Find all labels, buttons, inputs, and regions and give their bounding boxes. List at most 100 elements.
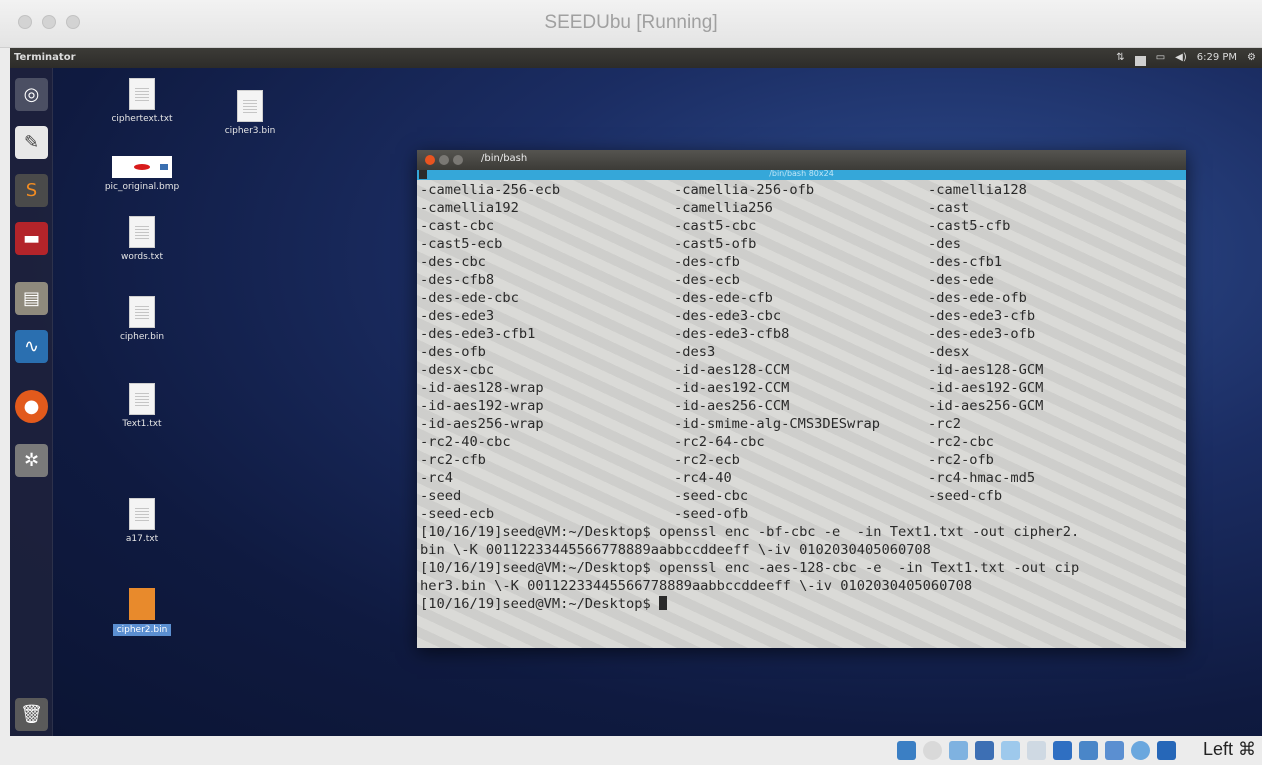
text-file-icon [129,383,155,415]
command-line: her3.bin \-K 00112233445566778889aabbccd… [420,578,973,594]
cipher-row: -des-cbc -des-cfb -des-cfb1 [420,253,1183,271]
ubuntu-dash-icon[interactable]: ◎ [15,78,48,111]
cipher-name: -des-ede3 [420,308,495,324]
desktop-file-label: cipher2.bin [112,624,172,636]
ubuntu-top-panel: Terminator ⇅ ▭ ◀) 6:29 PM ⚙ [10,48,1262,68]
cipher-name: -des-cfb [674,254,740,270]
text-file-icon [129,498,155,530]
cipher-name: -id-aes128-CCM [674,362,790,378]
host-window-titlebar: SEEDUbu [Running] [0,0,1262,48]
shell-prompt: [10/16/19]seed@VM:~/Desktop$ [420,596,659,612]
terminal-titlebar[interactable]: /bin/bash [417,150,1186,170]
cipher-name: -rc4-hmac-md5 [928,470,1036,486]
cipher-row: -seed-ecb -seed-ofb [420,505,1183,523]
cipher-name: -des-cfb1 [928,254,1003,270]
trash-icon[interactable]: 🗑 [15,698,48,731]
desktop-file-label: a17.txt [125,534,159,544]
cipher-name: -id-aes192-GCM [928,380,1044,396]
clock[interactable]: 6:29 PM [1197,48,1237,68]
terminal-tab-label: /bin/bash 80x24 [769,169,834,178]
cipher-name: -camellia256 [674,200,773,216]
cipher-name: -id-aes256-GCM [928,398,1044,414]
session-gear-icon[interactable]: ⚙ [1247,48,1256,68]
terminal-tab-bar[interactable]: /bin/bash 80x24 [417,169,1186,180]
cipher-name: -id-aes256-wrap [420,416,544,432]
shared-folder-icon[interactable] [1027,741,1046,760]
cipher-name: -des-ede-cbc [420,290,519,306]
firefox-icon[interactable]: ● [15,390,48,423]
cipher-name: -seed [420,488,462,504]
usb-icon[interactable] [1001,741,1020,760]
cipher-name: -id-smime-alg-CMS3DESwrap [674,416,881,432]
terminal-close-button[interactable] [425,155,435,165]
prompt-line[interactable]: [10/16/19]seed@VM:~/Desktop$ [420,595,1183,613]
cipher-name: -cast5-ecb [420,236,503,252]
cipher-name: -rc2-ofb [928,452,994,468]
file-manager-icon[interactable]: ▤ [15,282,48,315]
network-indicator-icon[interactable]: ⇅ [1116,48,1124,68]
desktop-file-cipher3[interactable]: cipher3.bin [195,90,305,136]
hard-disk-icon[interactable] [897,741,916,760]
keyboard-capture-icon[interactable] [1157,741,1176,760]
volume-indicator-icon[interactable]: ◀) [1175,48,1187,68]
cipher-name: -rc2-cfb [420,452,486,468]
settings-icon[interactable]: ✲ [15,444,48,477]
desktop-file-label: Text1.txt [122,419,162,429]
host-status-bar: Left ⌘ [0,736,1262,765]
keyboard-layout-icon[interactable] [1134,55,1146,66]
unity-launcher: ◎ ✎ S ▬ ▤ ∿ ● ✲ 🗑 [10,68,53,736]
terminal-icon[interactable]: ▬ [15,222,48,255]
desktop-file-pic-original[interactable]: pic_original.bmp [87,156,197,192]
cipher-name: -des-ede-ofb [928,290,1027,306]
cipher-name: -camellia192 [420,200,519,216]
cipher-name: -camellia128 [928,182,1027,198]
cipher-name: -seed-ofb [674,506,749,522]
desktop-file-text1[interactable]: Text1.txt [87,383,197,429]
audio-icon[interactable] [949,741,968,760]
battery-indicator-icon[interactable]: ▭ [1156,48,1165,68]
cipher-name: -des-ede3-cfb [928,308,1036,324]
cipher-name [928,505,1182,523]
desktop-file-words[interactable]: words.txt [87,216,197,262]
optical-drive-icon[interactable] [923,741,942,760]
cipher-name: -cast5-cbc [674,218,757,234]
text-editor-icon[interactable]: ✎ [15,126,48,159]
desktop-file-label-wrap: cipher2.bin [87,624,197,636]
cipher-name: -des-ofb [420,344,486,360]
network-icon[interactable] [975,741,994,760]
cipher-name: -rc2-40-cbc [420,434,511,450]
recording-icon[interactable] [1105,741,1124,760]
desktop-file-cipher2[interactable]: cipher2.bin [87,588,197,636]
terminal-maximize-button[interactable] [453,155,463,165]
cipher-name: -id-aes256-CCM [674,398,790,414]
cipher-name: -des-cfb8 [420,272,495,288]
network-adapter-icon[interactable] [1079,741,1098,760]
sublime-text-icon[interactable]: S [15,174,48,207]
cipher-name: -des-ede [928,272,994,288]
cipher-name: -camellia-256-ofb [674,182,815,198]
cipher-row: -cast5-ecb -cast5-ofb -des [420,235,1183,253]
mouse-integration-icon[interactable] [1131,741,1150,760]
desktop-file-cipher[interactable]: cipher.bin [87,296,197,342]
desktop-file-label: pic_original.bmp [104,182,180,192]
indicator-area: ⇅ ▭ ◀) 6:29 PM ⚙ [1116,48,1256,68]
cipher-row: -camellia-256-ecb -camellia-256-ofb -camel… [420,181,1183,199]
desktop-file-a17[interactable]: a17.txt [87,498,197,544]
terminal-minimize-button[interactable] [439,155,449,165]
vm-screen[interactable]: Terminator ⇅ ▭ ◀) 6:29 PM ⚙ ◎ ✎ S ▬ ▤ ∿ … [10,48,1262,736]
cipher-name: -cast-cbc [420,218,495,234]
cipher-row: -id-aes128-wrap -id-aes192-CCM -id-aes192-… [420,379,1183,397]
wireshark-icon[interactable]: ∿ [15,330,48,363]
cipher-row: -des-ede3-cfb1 -des-ede3-cfb8 -des-ede3-of… [420,325,1183,343]
cipher-row: -desx-cbc -id-aes128-CCM -id-aes128-GCM [420,361,1183,379]
terminal-output[interactable]: -camellia-256-ecb -camellia-256-ofb -camel… [417,180,1186,648]
cipher-name: -des-ede3-cfb8 [674,326,790,342]
display-icon[interactable] [1053,741,1072,760]
binary-file-icon [129,296,155,328]
desktop-file-ciphertext[interactable]: ciphertext.txt [87,78,197,124]
cipher-name: -rc4-40 [674,470,732,486]
cipher-row: -rc4 -rc4-40 -rc4-hmac-md5 [420,469,1183,487]
cipher-list: -camellia-256-ecb -camellia-256-ofb -camel… [420,181,1183,523]
terminal-window[interactable]: /bin/bash /bin/bash 80x24 -camellia-256-… [417,150,1186,648]
cipher-name: -id-aes128-GCM [928,362,1044,378]
